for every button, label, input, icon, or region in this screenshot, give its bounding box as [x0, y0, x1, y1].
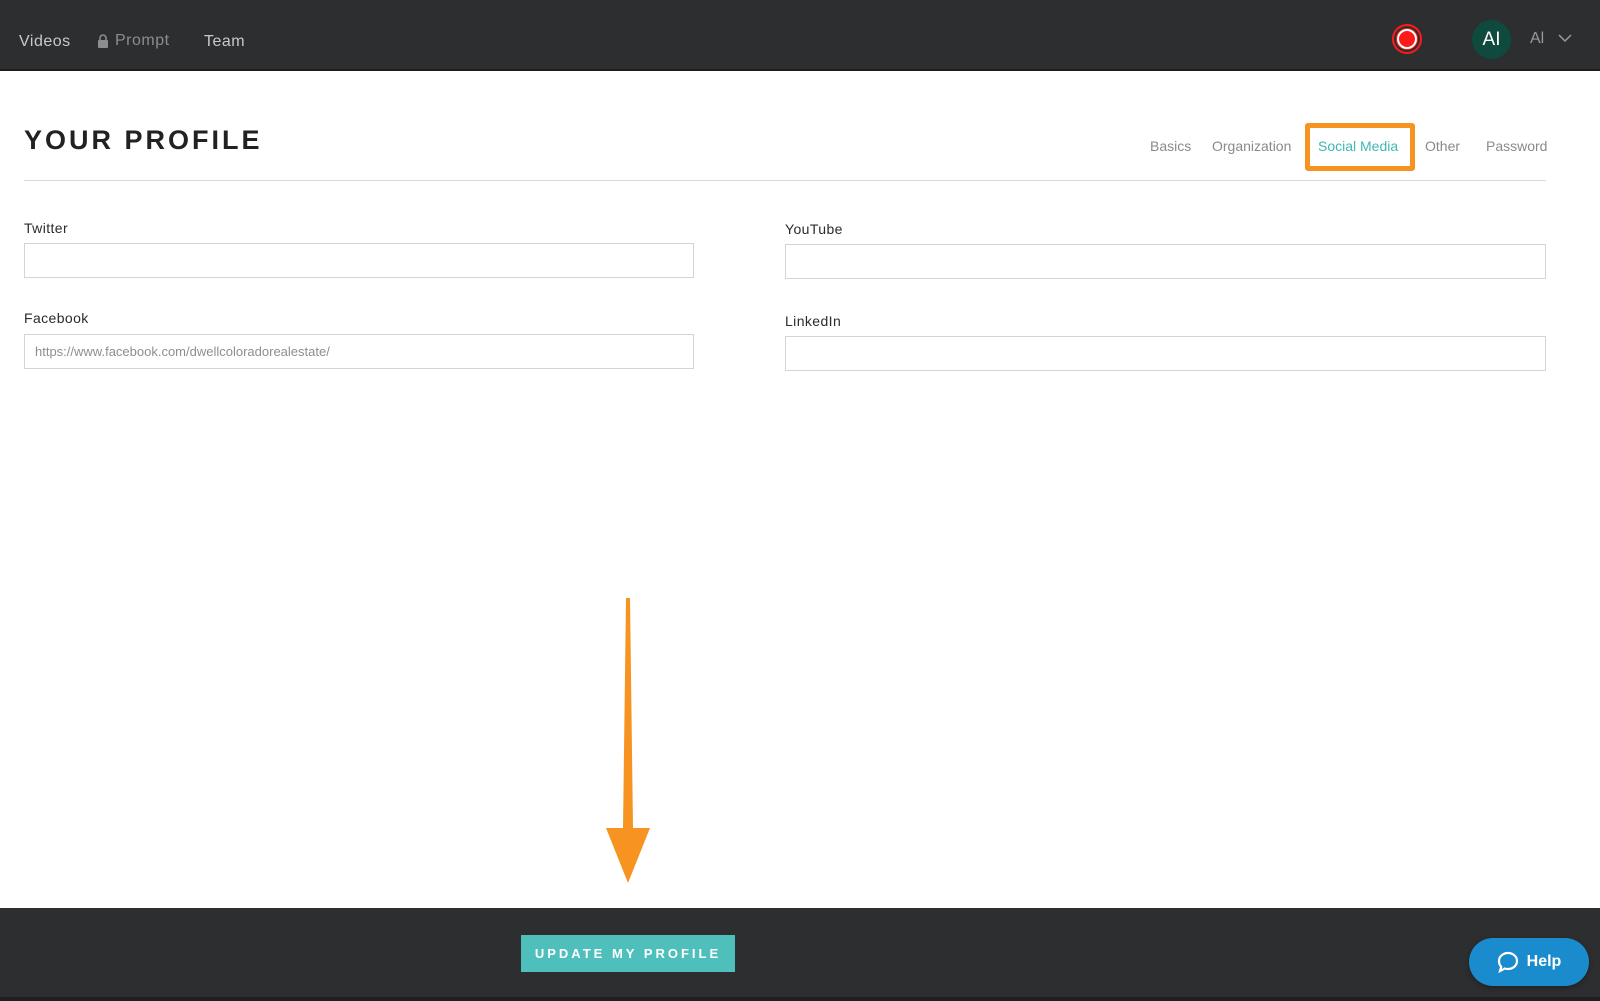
- tab-basics[interactable]: Basics: [1150, 138, 1191, 154]
- arrow-down-icon: [606, 598, 650, 883]
- update-profile-button[interactable]: UPDATE MY PROFILE: [521, 935, 735, 972]
- chevron-down-icon[interactable]: [1558, 33, 1572, 43]
- divider: [24, 180, 1546, 181]
- chat-bubble-icon: [1497, 951, 1518, 973]
- tab-other[interactable]: Other: [1425, 138, 1460, 154]
- nav-team[interactable]: Team: [204, 33, 245, 51]
- twitter-label: Twitter: [24, 220, 69, 236]
- tab-password[interactable]: Password: [1486, 138, 1547, 154]
- avatar[interactable]: AI: [1472, 20, 1511, 59]
- nav-videos[interactable]: Videos: [19, 33, 71, 51]
- linkedin-input[interactable]: [785, 336, 1546, 371]
- tab-organization[interactable]: Organization: [1212, 138, 1291, 154]
- top-navigation-bar: Videos Prompt Team AI Al: [0, 0, 1600, 71]
- annotation-highlight-box: [1305, 123, 1415, 171]
- footer-bar: [0, 908, 1600, 1001]
- youtube-label: YouTube: [785, 221, 843, 237]
- twitter-input[interactable]: [24, 243, 694, 278]
- help-label: Help: [1526, 953, 1562, 970]
- lock-icon: [98, 34, 108, 48]
- youtube-input[interactable]: [785, 244, 1546, 279]
- nav-prompt[interactable]: Prompt: [97, 32, 170, 50]
- record-icon[interactable]: [1392, 24, 1422, 54]
- user-name[interactable]: Al: [1530, 30, 1544, 48]
- record-ring: [1392, 24, 1422, 54]
- bottom-strip: [0, 997, 1600, 1001]
- linkedin-label: LinkedIn: [785, 313, 842, 329]
- facebook-label: Facebook: [24, 310, 89, 326]
- facebook-input[interactable]: https://www.facebook.com/dwellcoloradore…: [24, 334, 694, 369]
- nav-prompt-label: Prompt: [115, 32, 170, 49]
- help-button[interactable]: Help: [1469, 938, 1589, 986]
